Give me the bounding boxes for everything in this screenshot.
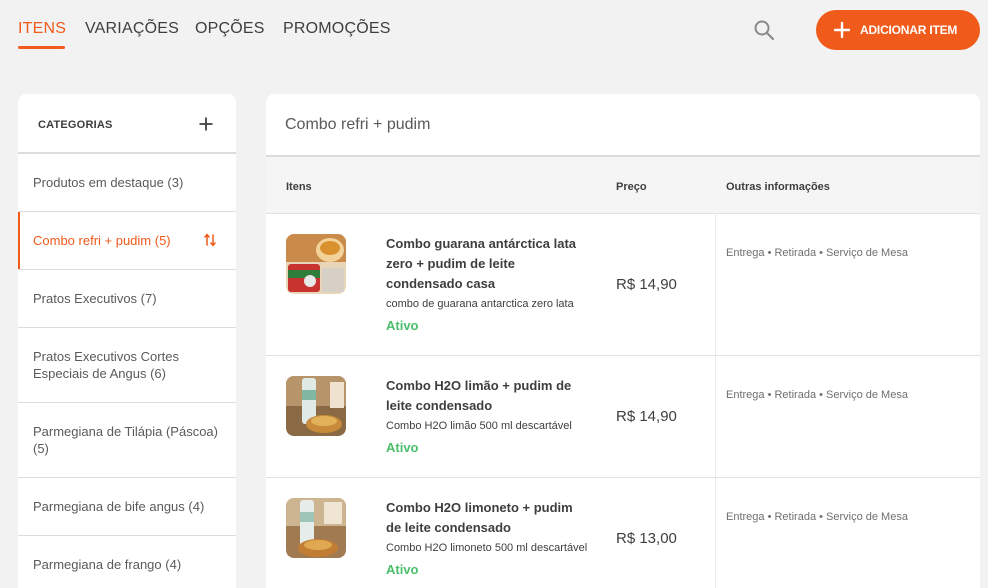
column-other: Outras informações [726,181,830,193]
sidebar-title: CATEGORIAS [38,119,113,131]
top-bar: ITENS VARIAÇÕES OPÇÕES PROMOÇÕES ADICION… [0,0,988,60]
item-name[interactable]: Combo H2O limão + pudim de leite condens… [386,376,586,416]
category-item[interactable]: Produtos em destaque (3) [18,154,236,212]
category-item[interactable]: Pratos Executivos (7) [18,270,236,328]
item-status: Ativo [386,318,419,333]
item-other-info: Entrega • Retirada • Serviço de Mesa [726,247,908,259]
item-description: Combo H2O limão 500 ml descartável [386,420,572,432]
column-divider [715,214,716,355]
item-status: Ativo [386,562,419,577]
category-title: Combo refri + pudim [266,94,980,157]
table-header: Itens Preço Outras informações [266,157,980,214]
item-description: Combo H2O limoneto 500 ml descartável [386,542,588,554]
tab-promocoes[interactable]: PROMOÇÕES [283,20,391,38]
category-label: Pratos Executivos (7) [33,291,157,306]
category-label: Produtos em destaque (3) [33,175,184,190]
add-item-label: ADICIONAR ITEM [860,23,958,37]
category-item[interactable]: Pratos Executivos Cortes Especiais de An… [18,328,236,403]
category-item[interactable]: Parmegiana de bife angus (4) [18,478,236,536]
item-other-info: Entrega • Retirada • Serviço de Mesa [726,389,908,401]
item-photo [286,376,346,436]
item-price: R$ 13,00 [616,530,677,547]
category-label: Parmegiana de frango (4) [33,557,182,572]
item-price: R$ 14,90 [616,408,677,425]
add-category-icon[interactable] [198,116,214,132]
table-row[interactable]: Combo H2O limão + pudim de leite condens… [266,356,980,478]
active-tab-indicator [18,46,65,49]
categories-sidebar: CATEGORIAS Produtos em destaque (3) Comb… [18,94,236,588]
category-label: Parmegiana de bife angus (4) [33,499,205,514]
item-name[interactable]: Combo H2O limoneto + pudim de leite cond… [386,498,586,538]
column-price: Preço [616,181,647,193]
category-item[interactable]: Parmegiana de Tilápia (Páscoa) (5) [18,403,236,478]
sidebar-header: CATEGORIAS [18,94,236,154]
category-label: Combo refri + pudim (5) [33,233,171,248]
category-item-active[interactable]: Combo refri + pudim (5) [18,212,236,270]
category-label: Parmegiana de Tilápia (Páscoa) (5) [33,424,218,456]
table-row[interactable]: Combo guarana antárctica lata zero + pud… [266,214,980,356]
item-price: R$ 14,90 [616,276,677,293]
item-photo [286,498,346,558]
item-name[interactable]: Combo guarana antárctica lata zero + pud… [386,234,586,294]
search-icon[interactable] [752,18,776,42]
category-label: Pratos Executivos Cortes Especiais de An… [33,349,179,381]
reorder-icon[interactable] [204,232,216,248]
column-divider [715,356,716,477]
item-other-info: Entrega • Retirada • Serviço de Mesa [726,511,908,523]
column-items: Itens [286,181,312,193]
items-panel: Combo refri + pudim Itens Preço Outras i… [266,94,980,588]
tab-itens[interactable]: ITENS [18,20,66,38]
item-photo [286,234,346,294]
column-divider [715,478,716,588]
table-row[interactable]: Combo H2O limoneto + pudim de leite cond… [266,478,980,588]
item-status: Ativo [386,440,419,455]
category-item[interactable]: Parmegiana de frango (4) [18,536,236,588]
plus-icon [833,21,851,39]
add-item-button[interactable]: ADICIONAR ITEM [816,10,980,50]
tab-opcoes[interactable]: OPÇÕES [195,20,265,38]
item-description: combo de guarana antarctica zero lata [386,298,574,310]
tab-variacoes[interactable]: VARIAÇÕES [85,20,179,38]
